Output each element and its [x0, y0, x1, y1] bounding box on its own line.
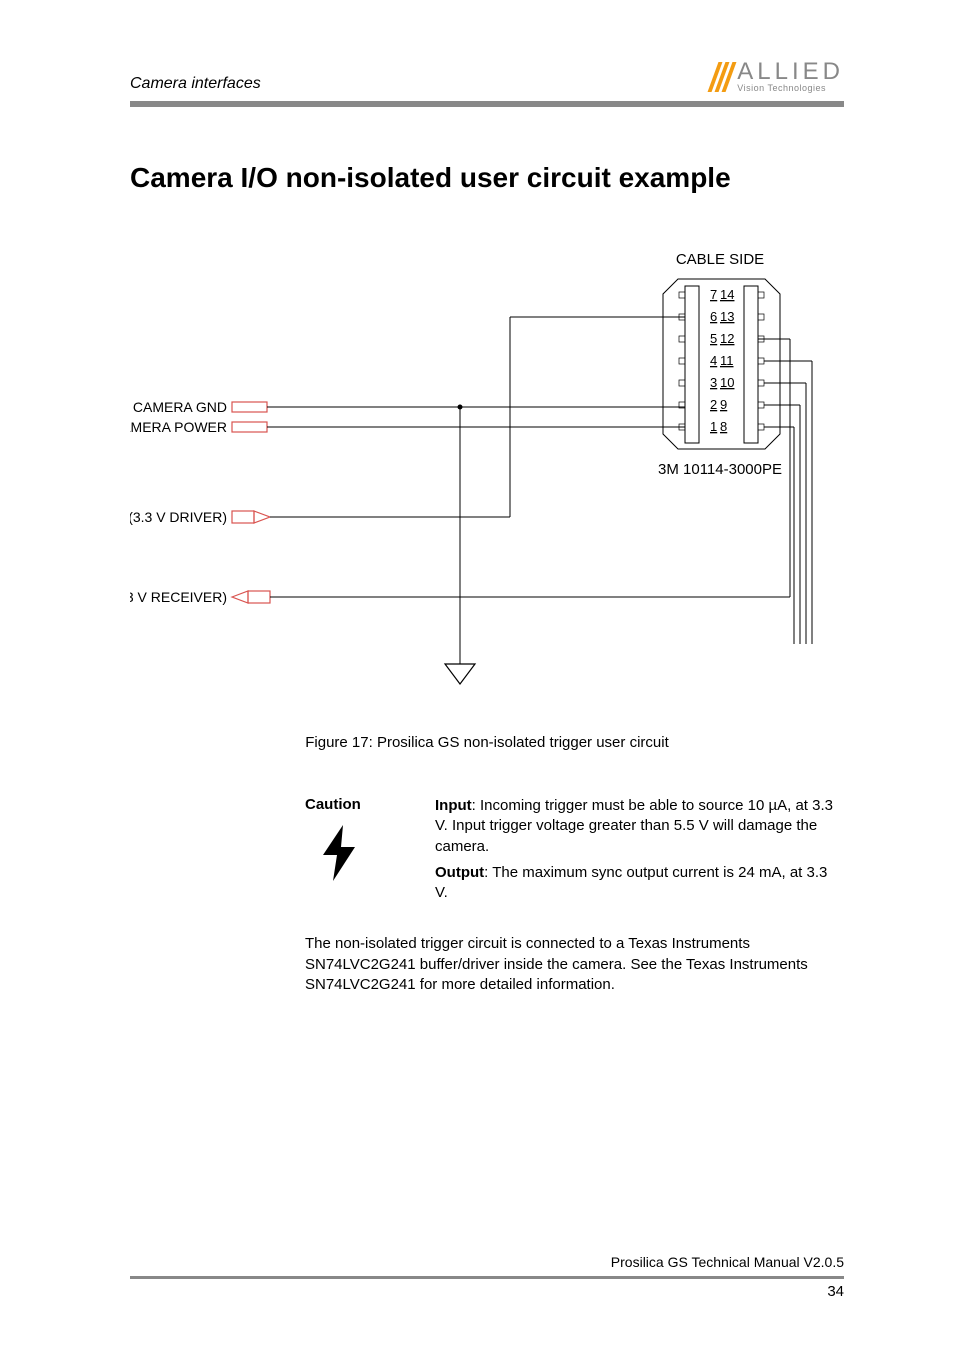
svg-text:12: 12 — [720, 331, 734, 346]
logo-sub-text: Vision Technologies — [737, 84, 844, 93]
svg-text:5: 5 — [710, 331, 717, 346]
svg-text:OUT 2 (3.3 V RECEIVER): OUT 2 (3.3 V RECEIVER) — [130, 589, 227, 605]
svg-text:9: 9 — [720, 397, 727, 412]
svg-text:7: 7 — [710, 287, 717, 302]
svg-text:1: 1 — [710, 419, 717, 434]
svg-text:4: 4 — [710, 353, 717, 368]
page-header: Camera interfaces ALLIED Vision Technolo… — [130, 60, 844, 93]
svg-text:IN 2 (3.3 V DRIVER): IN 2 (3.3 V DRIVER) — [130, 509, 227, 525]
connector-label: 3M 10114-3000PE — [658, 461, 782, 478]
svg-text:8: 8 — [720, 419, 727, 434]
caution-block: Caution Input: Incoming trigger must be … — [305, 796, 844, 909]
logo-slashes-icon — [713, 62, 731, 92]
manual-version: Prosilica GS Technical Manual V2.0.5 — [130, 1254, 844, 1270]
svg-text:11: 11 — [720, 353, 734, 368]
svg-text:6: 6 — [710, 309, 717, 324]
caution-label: Caution — [305, 796, 405, 813]
cable-side-label: CABLE SIDE — [676, 251, 764, 268]
svg-text:14: 14 — [720, 287, 734, 302]
figure-caption: Figure 17: Prosilica GS non-isolated tri… — [130, 734, 844, 751]
caution-text: Input: Incoming trigger must be able to … — [435, 796, 844, 909]
page-title: Camera I/O non-isolated user circuit exa… — [130, 162, 844, 194]
logo: ALLIED Vision Technologies — [713, 60, 844, 93]
lightning-icon — [315, 823, 405, 888]
body-paragraph: The non-isolated trigger circuit is conn… — [305, 934, 844, 995]
logo-main-text: ALLIED — [737, 60, 844, 84]
svg-text:CAMERA GND: CAMERA GND — [133, 399, 227, 415]
header-divider — [130, 101, 844, 107]
svg-text:10: 10 — [720, 375, 734, 390]
page-number: 34 — [130, 1283, 844, 1300]
svg-text:2: 2 — [710, 397, 717, 412]
circuit-diagram: CABLE SIDE 7 6 5 4 3 2 1 14 — [130, 244, 844, 714]
section-title: Camera interfaces — [130, 75, 261, 93]
svg-text:CAMERA POWER: CAMERA POWER — [130, 419, 227, 435]
page-footer: Prosilica GS Technical Manual V2.0.5 34 — [130, 1254, 844, 1300]
svg-text:3: 3 — [710, 375, 717, 390]
footer-divider — [130, 1276, 844, 1279]
svg-text:13: 13 — [720, 309, 734, 324]
